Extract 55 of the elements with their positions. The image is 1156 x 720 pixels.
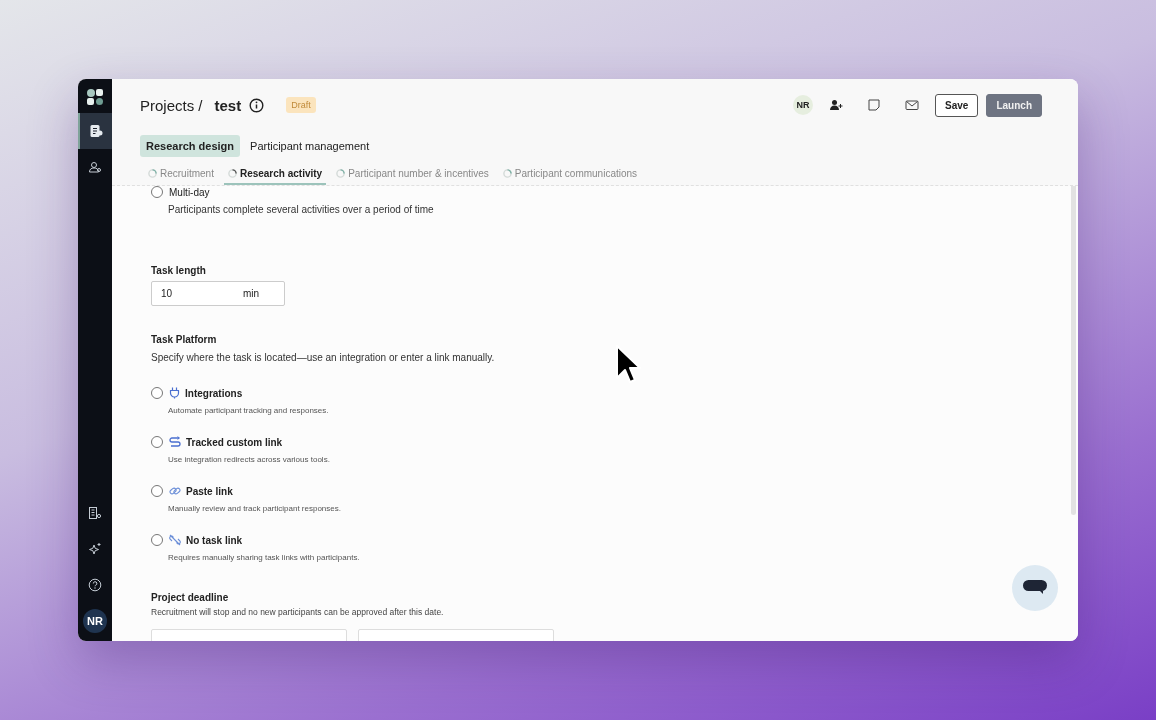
option-description: Automate participant tracking and responses. <box>168 406 330 415</box>
tab[interactable]: Research design <box>140 135 241 157</box>
help-icon[interactable] <box>88 578 102 592</box>
logo-icon <box>86 88 104 106</box>
option-label: Tracked custom link <box>186 436 283 448</box>
info-icon[interactable] <box>249 97 265 113</box>
link-icon <box>169 485 181 497</box>
add-person-icon[interactable] <box>829 98 844 112</box>
progress-ring-icon <box>227 169 237 178</box>
step-tab[interactable]: Recruitment <box>144 165 218 185</box>
tab[interactable]: Participant management <box>244 135 376 157</box>
radio-button[interactable] <box>151 186 163 198</box>
option-label: No task link <box>186 534 243 546</box>
breadcrumb-link[interactable]: Projects / <box>140 96 203 114</box>
option-label: Paste link <box>186 485 233 497</box>
option-description: Participants complete several activities over a period of time <box>168 204 435 215</box>
people-icon <box>88 160 102 174</box>
launch-button[interactable]: Launch <box>986 93 1042 117</box>
broken-link-icon <box>169 534 181 546</box>
progress-ring-icon <box>336 169 346 178</box>
status-badge: Draft <box>286 97 316 113</box>
section-heading: Task Platform <box>151 334 218 345</box>
note-icon[interactable] <box>867 98 882 112</box>
building-icon[interactable] <box>88 506 102 520</box>
progress-ring-icon <box>148 169 157 178</box>
section-description: Specify where the task is located—use an integration or enter a link manually. <box>151 352 496 363</box>
project-title: test <box>214 96 242 114</box>
option-label: Integrations <box>185 387 243 399</box>
task-length-field[interactable]: 10 min <box>151 281 285 306</box>
document-icon <box>89 124 103 138</box>
section-heading: Task length <box>151 265 207 276</box>
radio-button[interactable] <box>151 485 163 497</box>
option-description: Manually review and track participant responses. <box>168 504 342 513</box>
sparkle-icon[interactable] <box>88 542 102 556</box>
mail-icon[interactable] <box>905 98 920 112</box>
section-description: Recruitment will stop and no new participants can be approved after this date. <box>151 607 445 617</box>
option-description: Requires manually sharing task links with participants. <box>168 553 361 562</box>
user-avatar[interactable]: NR <box>793 95 814 115</box>
step-tab[interactable]: Participant communications <box>498 165 642 185</box>
section-heading: Project deadline <box>151 592 230 603</box>
progress-ring-icon <box>502 169 512 178</box>
scrollbar[interactable] <box>1071 186 1076 515</box>
plug-icon <box>169 387 180 399</box>
radio-button[interactable] <box>151 534 163 546</box>
option-label: Multi-day <box>169 186 210 198</box>
chat-icon <box>1023 580 1047 596</box>
user-avatar[interactable]: NR <box>83 609 107 633</box>
save-button[interactable]: Save <box>935 93 979 117</box>
radio-button[interactable] <box>151 387 163 399</box>
redirect-icon <box>169 436 181 448</box>
radio-button[interactable] <box>151 436 163 448</box>
option-description: Use integration redirects across various tools. <box>168 455 331 464</box>
chat-button[interactable] <box>1012 565 1058 611</box>
sidebar-nav-item[interactable] <box>78 113 112 149</box>
step-tab[interactable]: Participant number & incentives <box>332 165 493 185</box>
